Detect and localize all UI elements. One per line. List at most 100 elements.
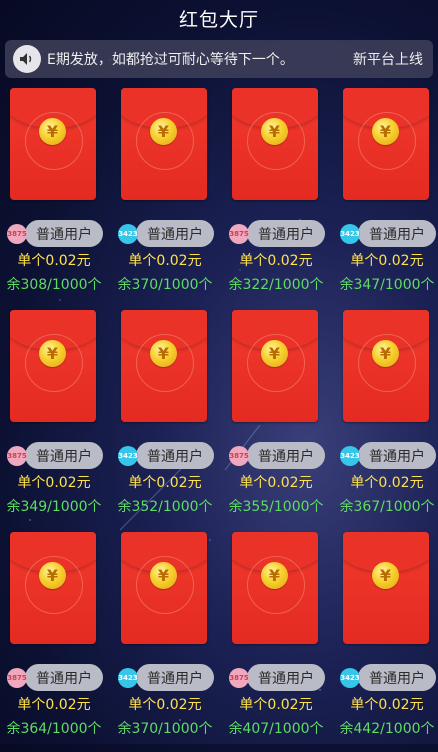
red-envelope[interactable]: ¥ <box>10 88 96 200</box>
red-envelope[interactable]: ¥ <box>343 88 429 200</box>
yuan-coin-icon: ¥ <box>39 340 66 367</box>
user-type-label: 普通用户 <box>358 664 436 691</box>
amount-text: 单个0.02元 <box>128 253 202 269</box>
user-badge: 3423 普通用户 <box>118 442 222 469</box>
yuan-coin-icon: ¥ <box>150 118 177 145</box>
user-badge: 3875 普通用户 <box>7 664 111 691</box>
yuan-coin-icon: ¥ <box>39 118 66 145</box>
red-envelope[interactable]: ¥ <box>10 310 96 422</box>
amount-text: 单个0.02元 <box>128 697 202 713</box>
user-type-label: 普通用户 <box>25 220 103 247</box>
red-packet-card[interactable]: ¥ 3423 普通用户 单个0.02元 余347/1000个 <box>335 86 438 308</box>
red-packet-card[interactable]: ¥ 3875 普通用户 单个0.02元 余407/1000个 <box>224 530 335 752</box>
yuan-coin-icon: ¥ <box>372 340 399 367</box>
speaker-icon <box>13 45 41 73</box>
user-type-label: 普通用户 <box>358 442 436 469</box>
avatar: 3423 <box>118 668 138 688</box>
notice-right-text: 新平台上线 <box>353 52 423 68</box>
red-packet-card[interactable]: ¥ 3875 普通用户 单个0.02元 余364/1000个 <box>2 530 113 752</box>
user-badge: 3875 普通用户 <box>7 220 111 247</box>
remaining-count: 余355/1000个 <box>228 499 324 515</box>
yuan-coin-icon: ¥ <box>261 118 288 145</box>
user-type-label: 普通用户 <box>247 442 325 469</box>
user-type-label: 普通用户 <box>247 220 325 247</box>
red-envelope[interactable]: ¥ <box>232 88 318 200</box>
user-badge: 3875 普通用户 <box>7 442 111 469</box>
user-badge: 3423 普通用户 <box>340 664 438 691</box>
yuan-coin-icon: ¥ <box>261 340 288 367</box>
red-packet-card[interactable]: ¥ 3875 普通用户 单个0.02元 余355/1000个 <box>224 308 335 530</box>
avatar: 3875 <box>229 668 249 688</box>
user-type-label: 普通用户 <box>247 664 325 691</box>
user-type-label: 普通用户 <box>136 220 214 247</box>
user-badge: 3423 普通用户 <box>340 442 438 469</box>
user-badge: 3875 普通用户 <box>229 220 333 247</box>
avatar: 3423 <box>118 224 138 244</box>
remaining-count: 余308/1000个 <box>6 277 102 293</box>
amount-text: 单个0.02元 <box>128 475 202 491</box>
user-type-label: 普通用户 <box>25 442 103 469</box>
amount-text: 单个0.02元 <box>17 253 91 269</box>
amount-text: 单个0.02元 <box>17 697 91 713</box>
red-packet-card[interactable]: ¥ 3423 普通用户 单个0.02元 余352/1000个 <box>113 308 224 530</box>
user-badge: 3875 普通用户 <box>229 442 333 469</box>
avatar: 3423 <box>340 446 360 466</box>
red-envelope[interactable]: ¥ <box>232 532 318 644</box>
notice-bar[interactable]: E期发放，如都抢过可耐心等待下一个。 新平台上线 <box>5 40 433 78</box>
remaining-count: 余370/1000个 <box>117 721 213 737</box>
avatar: 3875 <box>7 446 27 466</box>
red-packet-card[interactable]: ¥ 3875 普通用户 单个0.02元 余322/1000个 <box>224 86 335 308</box>
user-type-label: 普通用户 <box>358 220 436 247</box>
red-packet-card[interactable]: ¥ 3875 普通用户 单个0.02元 余308/1000个 <box>2 86 113 308</box>
yuan-coin-icon: ¥ <box>372 562 399 589</box>
user-type-label: 普通用户 <box>25 664 103 691</box>
red-envelope[interactable]: ¥ <box>10 532 96 644</box>
red-envelope[interactable]: ¥ <box>232 310 318 422</box>
user-badge: 3423 普通用户 <box>118 220 222 247</box>
remaining-count: 余364/1000个 <box>6 721 102 737</box>
avatar: 3423 <box>118 446 138 466</box>
red-envelope[interactable]: ¥ <box>343 310 429 422</box>
avatar: 3875 <box>229 446 249 466</box>
user-badge: 3423 普通用户 <box>340 220 438 247</box>
red-envelope[interactable]: ¥ <box>121 310 207 422</box>
yuan-coin-icon: ¥ <box>150 340 177 367</box>
amount-text: 单个0.02元 <box>239 475 313 491</box>
red-envelope[interactable]: ¥ <box>121 532 207 644</box>
amount-text: 单个0.02元 <box>239 253 313 269</box>
avatar: 3875 <box>7 668 27 688</box>
remaining-count: 余407/1000个 <box>228 721 324 737</box>
amount-text: 单个0.02元 <box>350 253 424 269</box>
yuan-coin-icon: ¥ <box>150 562 177 589</box>
red-packet-card[interactable]: ¥ 3423 普通用户 单个0.02元 余370/1000个 <box>113 530 224 752</box>
amount-text: 单个0.02元 <box>350 475 424 491</box>
remaining-count: 余347/1000个 <box>339 277 435 293</box>
remaining-count: 余352/1000个 <box>117 499 213 515</box>
yuan-coin-icon: ¥ <box>261 562 288 589</box>
yuan-coin-icon: ¥ <box>372 118 399 145</box>
red-packet-card[interactable]: ¥ 3875 普通用户 单个0.02元 余349/1000个 <box>2 308 113 530</box>
amount-text: 单个0.02元 <box>239 697 313 713</box>
avatar: 3423 <box>340 668 360 688</box>
amount-text: 单个0.02元 <box>350 697 424 713</box>
red-envelope[interactable]: ¥ <box>121 88 207 200</box>
red-envelope[interactable]: ¥ <box>343 532 429 644</box>
avatar: 3875 <box>229 224 249 244</box>
notice-text: E期发放，如都抢过可耐心等待下一个。 <box>47 52 294 68</box>
user-badge: 3423 普通用户 <box>118 664 222 691</box>
remaining-count: 余370/1000个 <box>117 277 213 293</box>
avatar: 3423 <box>340 224 360 244</box>
remaining-count: 余367/1000个 <box>339 499 435 515</box>
yuan-coin-icon: ¥ <box>39 562 66 589</box>
remaining-count: 余322/1000个 <box>228 277 324 293</box>
red-packet-card[interactable]: ¥ 3423 普通用户 单个0.02元 余367/1000个 <box>335 308 438 530</box>
remaining-count: 余442/1000个 <box>339 721 435 737</box>
amount-text: 单个0.02元 <box>17 475 91 491</box>
red-packet-card[interactable]: ¥ 3423 普通用户 单个0.02元 余442/1000个 <box>335 530 438 752</box>
user-badge: 3875 普通用户 <box>229 664 333 691</box>
remaining-count: 余349/1000个 <box>6 499 102 515</box>
red-packet-card[interactable]: ¥ 3423 普通用户 单个0.02元 余370/1000个 <box>113 86 224 308</box>
avatar: 3875 <box>7 224 27 244</box>
user-type-label: 普通用户 <box>136 664 214 691</box>
page-title: 红包大厅 <box>178 8 259 31</box>
